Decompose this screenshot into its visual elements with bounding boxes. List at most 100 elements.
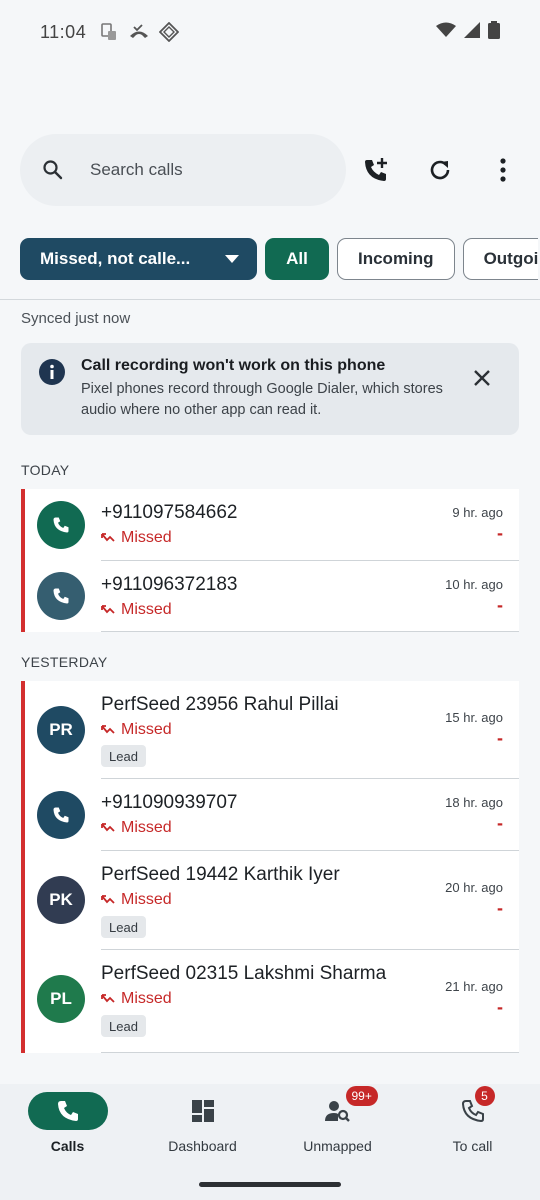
nav-dashboard[interactable]: Dashboard (135, 1092, 270, 1162)
battery-icon (488, 20, 500, 44)
unmapped-badge: 99+ (345, 1086, 378, 1106)
recording-warning-banner: Call recording won't work on this phone … (21, 343, 519, 435)
phone-icon (53, 807, 69, 823)
status-bar: 11:04 (0, 0, 540, 64)
missed-arrow-icon (101, 533, 115, 542)
call-duration: - (497, 898, 503, 918)
section-today: TODAY (21, 462, 70, 478)
missed-arrow-icon (101, 895, 115, 904)
call-row[interactable]: +911097584662 Missed 9 hr. ago - (21, 489, 519, 561)
top-bar: Search calls (20, 134, 520, 206)
call-time: 18 hr. ago (445, 795, 503, 810)
call-name: PerfSeed 02315 Lakshmi Sharma (101, 963, 387, 984)
status-time: 11:04 (40, 21, 87, 42)
nav-to-call-label: To call (452, 1138, 493, 1154)
row-separator (101, 1052, 519, 1053)
person-search-icon (324, 1101, 350, 1122)
data-saver-icon (158, 21, 180, 43)
call-name: +911096372183 (101, 574, 238, 595)
nav-unmapped-pill: 99+ (298, 1086, 378, 1130)
add-call-button[interactable] (354, 148, 398, 192)
home-indicator[interactable] (199, 1182, 341, 1187)
call-time: 15 hr. ago (445, 710, 503, 725)
nav-unmapped[interactable]: 99+ Unmapped (270, 1086, 405, 1162)
chevron-down-icon (225, 255, 239, 263)
call-status-label: Missed (121, 721, 172, 738)
wifi-icon (436, 22, 456, 43)
missed-arrow-icon (101, 994, 115, 1003)
nav-calls[interactable]: Calls (0, 1092, 135, 1162)
call-status: Missed (101, 529, 172, 547)
call-status-label: Missed (121, 990, 172, 1007)
phone-icon (57, 1101, 78, 1121)
banner-close-button[interactable] (471, 367, 493, 389)
dashboard-icon (191, 1100, 214, 1122)
call-duration: - (497, 728, 503, 748)
lead-tag: Lead (101, 1015, 146, 1037)
call-name: PerfSeed 19442 Karthik Iyer (101, 864, 340, 885)
to-call-badge: 5 (474, 1086, 495, 1106)
chip-outgoing[interactable]: Outgoi (462, 238, 539, 280)
chip-all[interactable]: All (265, 238, 329, 280)
call-row[interactable]: +911096372183 Missed 10 hr. ago - (21, 561, 519, 632)
call-name: +911097584662 (101, 502, 238, 523)
call-row[interactable]: PK PerfSeed 19442 Karthik Iyer Missed Le… (21, 851, 519, 950)
search-bar[interactable]: Search calls (20, 134, 346, 206)
call-status-label: Missed (121, 891, 172, 908)
banner-body: Pixel phones record through Google Diale… (81, 381, 443, 418)
nav-calls-pill (27, 1092, 108, 1130)
avatar (37, 501, 85, 549)
filters-divider (0, 299, 540, 300)
refresh-button[interactable] (418, 148, 462, 192)
filter-chips: Missed, not calle... All Incoming Outgoi (20, 238, 540, 280)
avatar: PK (37, 876, 85, 924)
search-input[interactable]: Search calls (90, 160, 183, 180)
close-icon (474, 370, 490, 386)
call-time: 10 hr. ago (445, 577, 503, 592)
banner-title: Call recording won't work on this phone (81, 357, 386, 374)
call-status-label: Missed (121, 819, 172, 836)
nav-unmapped-label: Unmapped (303, 1138, 372, 1154)
avatar: PL (37, 975, 85, 1023)
more-options-button[interactable] (481, 148, 525, 192)
call-duration: - (497, 523, 503, 543)
filter-dropdown-label: Missed, not calle... (40, 249, 191, 268)
phone-icon (53, 517, 69, 533)
call-time: 20 hr. ago (445, 880, 503, 895)
call-status-label: Missed (121, 529, 172, 546)
search-icon (42, 159, 64, 181)
status-right-icons (436, 20, 500, 44)
chip-incoming[interactable]: Incoming (337, 238, 455, 280)
avatar: PR (37, 706, 85, 754)
call-duration: - (497, 997, 503, 1017)
lead-tag: Lead (101, 916, 146, 938)
lead-tag: Lead (101, 745, 146, 767)
phone-icon (53, 588, 69, 604)
call-status-label: Missed (121, 601, 172, 618)
call-status: Missed (101, 819, 172, 837)
missed-arrow-icon (101, 725, 115, 734)
call-name: PerfSeed 23956 Rahul Pillai (101, 694, 339, 715)
call-row[interactable]: +911090939707 Missed 18 hr. ago - (21, 779, 519, 851)
signal-icon (464, 21, 480, 43)
avatar (37, 791, 85, 839)
nav-dashboard-label: Dashboard (168, 1138, 237, 1154)
row-separator (101, 631, 519, 632)
filter-dropdown[interactable]: Missed, not calle... (20, 238, 257, 280)
missed-call-icon (128, 21, 150, 43)
nav-to-call[interactable]: 5 To call (405, 1086, 540, 1162)
missed-arrow-icon (101, 605, 115, 614)
call-status: Missed (101, 721, 172, 739)
call-time: 9 hr. ago (452, 505, 503, 520)
refresh-icon (430, 160, 450, 180)
call-duration: - (497, 595, 503, 615)
call-row[interactable]: PR PerfSeed 23956 Rahul Pillai Missed Le… (21, 681, 519, 779)
sync-status: Synced just now (21, 310, 131, 327)
call-status: Missed (101, 891, 172, 909)
call-status: Missed (101, 990, 172, 1008)
section-yesterday: YESTERDAY (21, 654, 108, 670)
add-call-icon (365, 158, 387, 181)
info-icon (39, 359, 65, 385)
call-row[interactable]: PL PerfSeed 02315 Lakshmi Sharma Missed … (21, 950, 519, 1053)
call-time: 21 hr. ago (445, 979, 503, 994)
